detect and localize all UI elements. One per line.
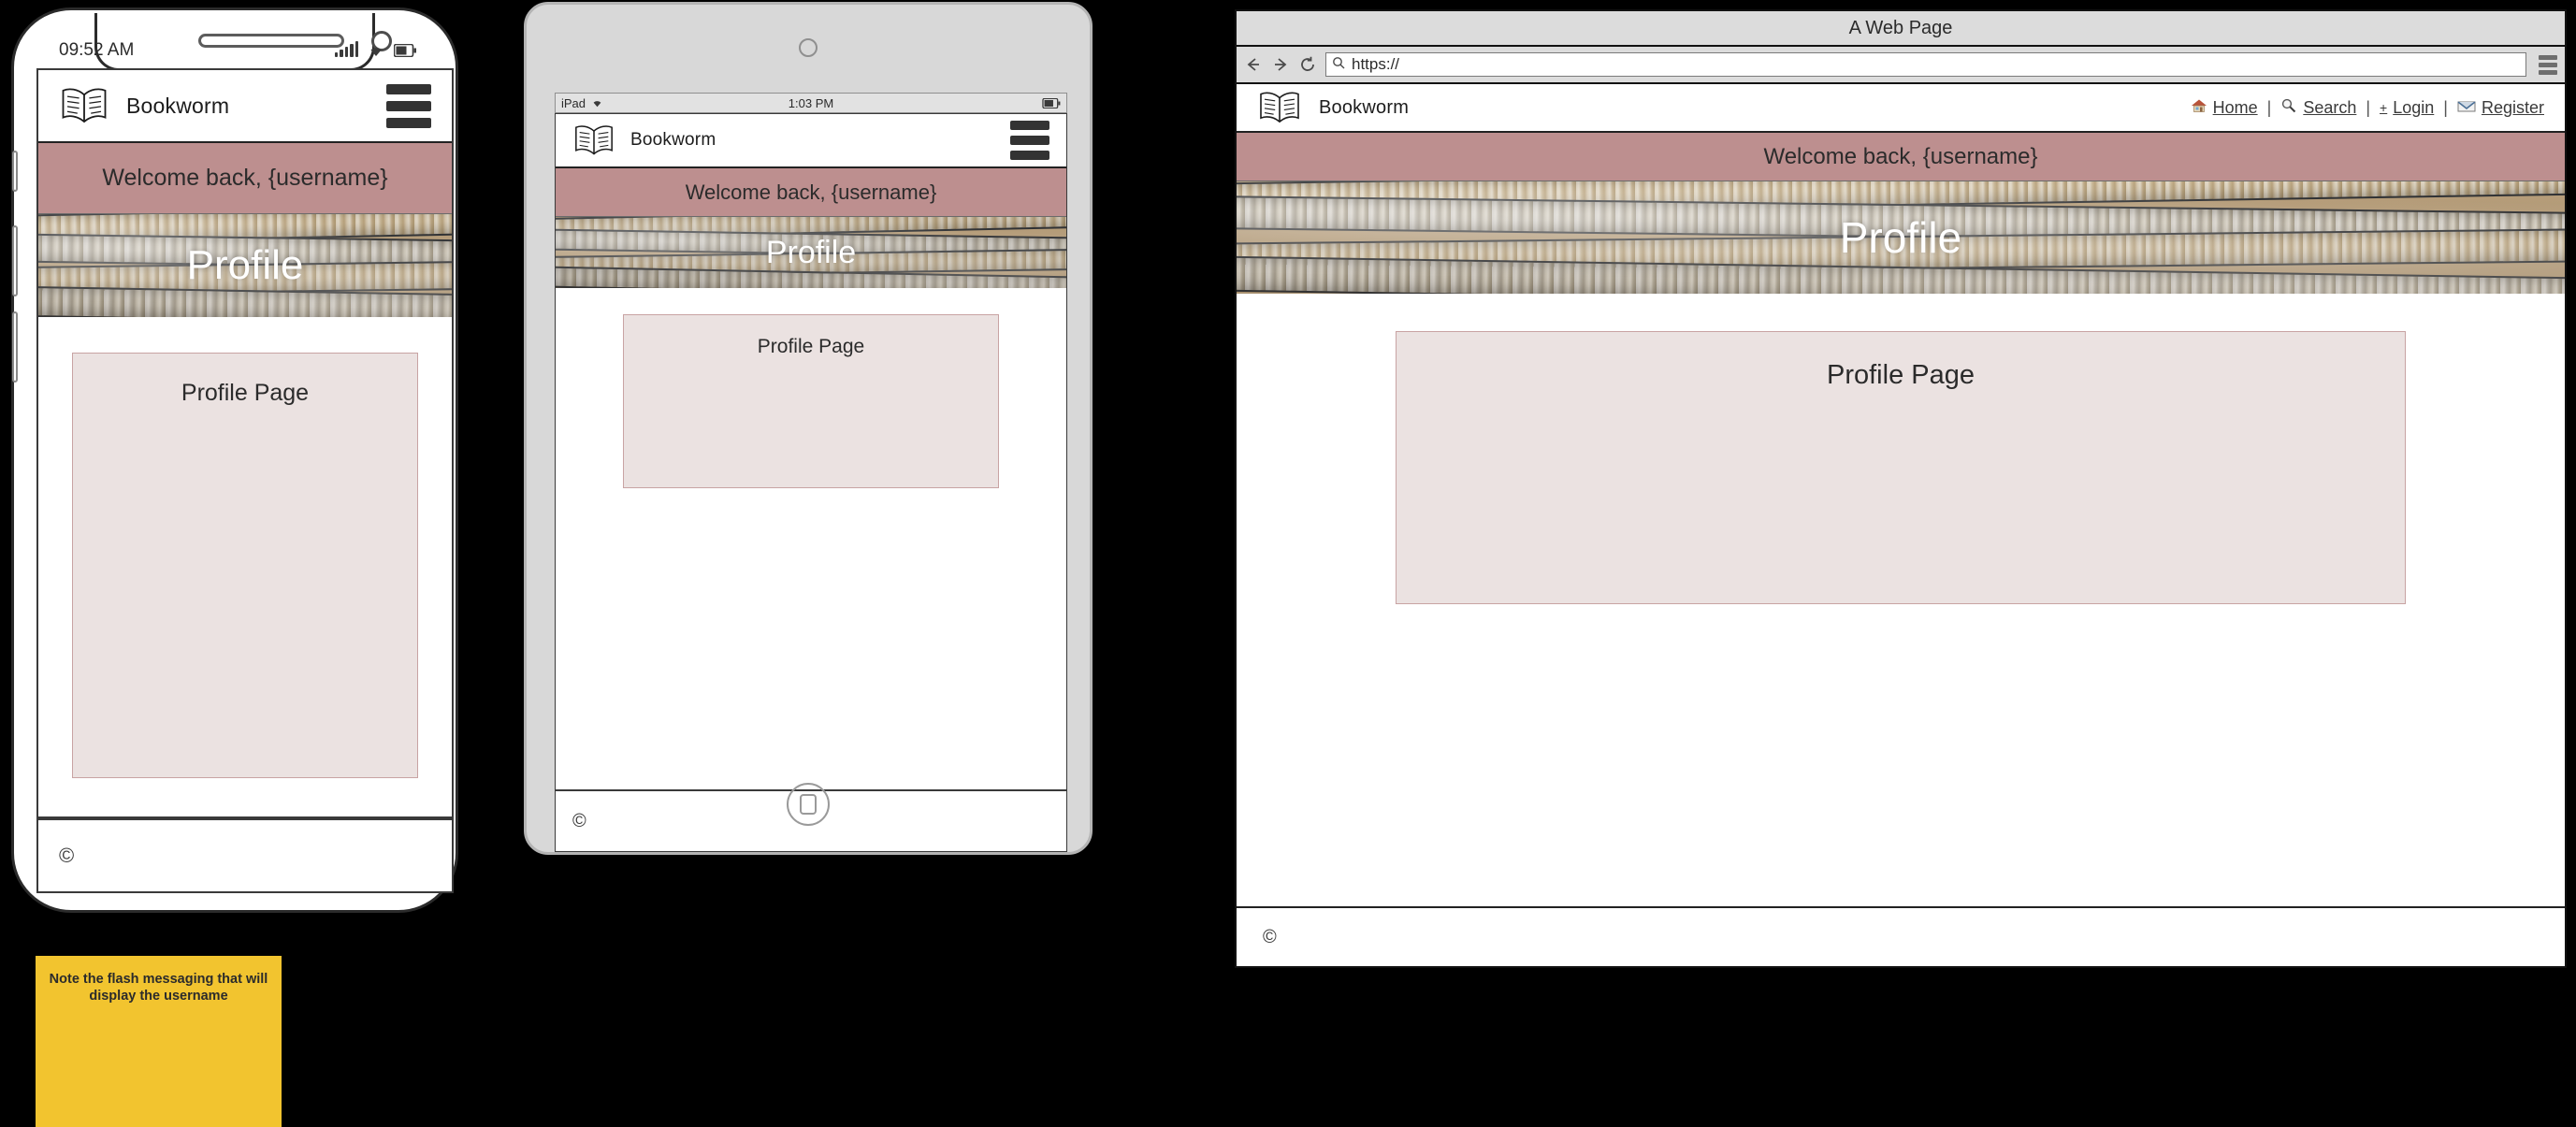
reload-icon[interactable] bbox=[1298, 55, 1317, 74]
url-text: https:// bbox=[1352, 55, 1400, 73]
content-area: Profile Page bbox=[38, 317, 452, 816]
tablet-screen: Bookworm Welcome back, {username} Profil… bbox=[555, 113, 1067, 790]
battery-icon bbox=[1042, 97, 1061, 108]
brand[interactable]: Bookworm bbox=[572, 123, 716, 158]
copyright-icon: © bbox=[572, 810, 586, 831]
wifi-icon bbox=[367, 41, 385, 57]
brand-name: Bookworm bbox=[126, 93, 230, 118]
annotation-note-text: Note the flash messaging that will displ… bbox=[49, 972, 268, 1004]
profile-page-title: Profile Page bbox=[1827, 360, 1975, 390]
url-bar[interactable]: https:// bbox=[1325, 52, 2526, 77]
profile-page-box: Profile Page bbox=[623, 314, 999, 488]
brand-name: Bookworm bbox=[630, 130, 716, 150]
open-book-icon bbox=[572, 123, 615, 158]
phone-speaker-icon bbox=[198, 34, 344, 48]
nav-link-search-label: Search bbox=[2303, 97, 2357, 117]
profile-page-box: Profile Page bbox=[1396, 331, 2406, 604]
hero-title: Profile bbox=[765, 234, 857, 270]
nav-separator: | bbox=[2266, 97, 2272, 117]
open-book-icon bbox=[59, 85, 109, 126]
browser-window: A Web Page https:// Bookworm Home | Sear… bbox=[1235, 9, 2567, 968]
tablet-status-bar: iPad 1:03 PM bbox=[555, 93, 1067, 113]
hero-banner: Profile bbox=[556, 217, 1066, 288]
hamburger-menu-icon[interactable] bbox=[386, 83, 431, 128]
hamburger-menu-icon[interactable] bbox=[1010, 121, 1049, 160]
phone-status-icons bbox=[334, 40, 416, 57]
mockup-canvas: 09:52 AM Bookworm Welcome back, {usernam… bbox=[0, 0, 2576, 1127]
tablet-device-label: iPad bbox=[561, 95, 586, 110]
browser-menu-icon[interactable] bbox=[2535, 54, 2557, 75]
phone-side-button-mute[interactable] bbox=[12, 151, 18, 192]
browser-title-bar: A Web Page bbox=[1237, 11, 2565, 47]
phone-status-time: 09:52 AM bbox=[59, 40, 135, 60]
plus-icon: + bbox=[2380, 100, 2388, 115]
forward-arrow-icon[interactable] bbox=[1271, 55, 1290, 74]
copyright-icon: © bbox=[59, 844, 75, 867]
browser-mockup: A Web Page https:// Bookworm Home | Sear… bbox=[1235, 9, 2567, 968]
phone-side-button-volume-down[interactable] bbox=[12, 311, 18, 383]
tablet-body: iPad 1:03 PM Bookworm Welcome back, {use… bbox=[524, 2, 1093, 855]
browser-toolbar: https:// bbox=[1237, 47, 2565, 84]
app-navbar: Bookworm bbox=[38, 70, 452, 143]
nav-separator: | bbox=[2366, 97, 2371, 117]
nav-link-home[interactable]: Home bbox=[2191, 98, 2258, 118]
browser-window-title: A Web Page bbox=[1848, 17, 1953, 38]
tablet-mockup: iPad 1:03 PM Bookworm Welcome back, {use… bbox=[524, 0, 1104, 860]
tablet-status-time: 1:03 PM bbox=[788, 95, 834, 110]
phone-mockup: 09:52 AM Bookworm Welcome back, {usernam… bbox=[4, 2, 462, 918]
phone-side-button-volume-up[interactable] bbox=[12, 225, 18, 296]
brand-name: Bookworm bbox=[1319, 96, 1410, 118]
brand[interactable]: Bookworm bbox=[59, 85, 229, 126]
content-area: Profile Page bbox=[1237, 294, 2565, 808]
annotation-sticky-note: Note the flash messaging that will displ… bbox=[36, 956, 282, 1127]
phone-screen: Bookworm Welcome back, {username} Profil… bbox=[36, 68, 454, 818]
house-icon bbox=[2191, 98, 2207, 118]
phone-body: 09:52 AM Bookworm Welcome back, {usernam… bbox=[11, 7, 458, 913]
nav-link-register-label: Register bbox=[2481, 97, 2544, 117]
browser-viewport: Bookworm Home | Search | + Login | Regis… bbox=[1237, 84, 2565, 906]
search-icon bbox=[1332, 55, 1345, 74]
content-area: Profile Page bbox=[556, 288, 1066, 735]
web-nav: Home | Search | + Login | Register bbox=[2191, 98, 2544, 118]
nav-link-home-label: Home bbox=[2212, 97, 2258, 117]
profile-page-box: Profile Page bbox=[72, 353, 418, 778]
flash-message-banner: Welcome back, {username} bbox=[556, 168, 1066, 217]
copyright-icon: © bbox=[1263, 926, 1277, 947]
nav-link-register[interactable]: Register bbox=[2457, 98, 2544, 118]
nav-link-search[interactable]: Search bbox=[2280, 98, 2356, 118]
hero-banner: Profile bbox=[38, 214, 452, 317]
magnifier-icon bbox=[2280, 98, 2297, 118]
tablet-camera-icon bbox=[799, 38, 818, 57]
hero-title: Profile bbox=[1839, 213, 1962, 262]
flash-message-banner: Welcome back, {username} bbox=[38, 143, 452, 214]
brand[interactable]: Bookworm bbox=[1257, 89, 1409, 126]
flash-message-banner: Welcome back, {username} bbox=[1237, 133, 2565, 181]
tablet-device-label-group: iPad bbox=[561, 96, 604, 110]
app-footer: © bbox=[1237, 906, 2565, 966]
hero-banner: Profile bbox=[1237, 181, 2565, 294]
profile-page-title: Profile Page bbox=[181, 380, 310, 406]
open-book-icon bbox=[1257, 89, 1302, 126]
back-arrow-icon[interactable] bbox=[1244, 55, 1263, 74]
battery-icon bbox=[394, 44, 416, 57]
home-button[interactable] bbox=[787, 783, 830, 826]
signal-bars-icon bbox=[334, 40, 358, 57]
hero-title: Profile bbox=[186, 242, 304, 288]
envelope-icon bbox=[2457, 98, 2476, 118]
nav-separator: | bbox=[2443, 97, 2448, 117]
nav-link-login[interactable]: + Login bbox=[2380, 98, 2434, 118]
app-navbar: Bookworm bbox=[556, 114, 1066, 168]
app-footer: © bbox=[36, 818, 454, 893]
nav-link-login-label: Login bbox=[2393, 97, 2435, 117]
app-navbar: Bookworm Home | Search | + Login | Regis… bbox=[1237, 84, 2565, 133]
profile-page-title: Profile Page bbox=[757, 336, 865, 357]
wifi-icon bbox=[590, 96, 604, 110]
